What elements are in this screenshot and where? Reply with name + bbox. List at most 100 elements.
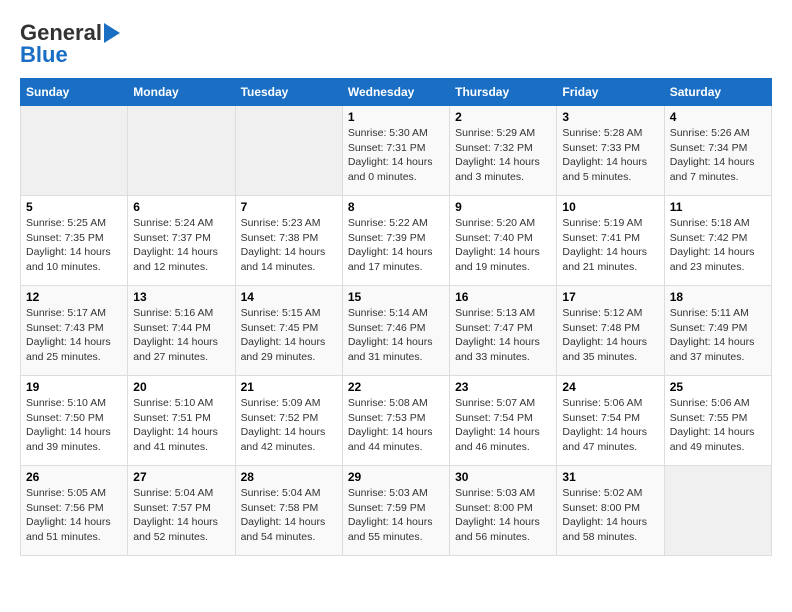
col-header-thursday: Thursday: [450, 79, 557, 106]
calendar-cell: 19 Sunrise: 5:10 AM Sunset: 7:50 PM Dayli…: [21, 376, 128, 466]
calendar-cell: 29Sunrise: 5:03 AM Sunset: 7:59 PM Dayli…: [342, 466, 449, 556]
day-info: Sunrise: 5:30 AM Sunset: 7:31 PM Dayligh…: [348, 127, 433, 183]
calendar-cell: 9 Sunrise: 5:20 AM Sunset: 7:40 PM Daylig…: [450, 196, 557, 286]
calendar-week-row: 5Sunrise: 5:25 AM Sunset: 7:35 PM Daylig…: [21, 196, 772, 286]
day-info: Sunrise: 5:28 AM Sunset: 7:33 PM Dayligh…: [562, 127, 647, 183]
calendar-week-row: 19 Sunrise: 5:10 AM Sunset: 7:50 PM Dayli…: [21, 376, 772, 466]
day-info: Sunrise: 5:10 AM Sunset: 7:51 PM Dayligh…: [133, 397, 218, 453]
calendar-cell: [21, 106, 128, 196]
day-info: Sunrise: 5:26 AM Sunset: 7:34 PM Dayligh…: [670, 127, 755, 183]
day-info: Sunrise: 5:23 AM Sunset: 7:38 PM Dayligh…: [241, 217, 326, 273]
col-header-sunday: Sunday: [21, 79, 128, 106]
col-header-monday: Monday: [128, 79, 235, 106]
day-info: Sunrise: 5:29 AM Sunset: 7:32 PM Dayligh…: [455, 127, 540, 183]
calendar-cell: [235, 106, 342, 196]
day-info: Sunrise: 5:19 AM Sunset: 7:41 PM Dayligh…: [562, 217, 647, 273]
calendar-cell: 5Sunrise: 5:25 AM Sunset: 7:35 PM Daylig…: [21, 196, 128, 286]
calendar-cell: 4 Sunrise: 5:26 AM Sunset: 7:34 PM Daylig…: [664, 106, 771, 196]
calendar-cell: 7 Sunrise: 5:23 AM Sunset: 7:38 PM Daylig…: [235, 196, 342, 286]
day-info: Sunrise: 5:07 AM Sunset: 7:54 PM Dayligh…: [455, 397, 540, 453]
calendar-cell: [128, 106, 235, 196]
day-number: 26: [26, 470, 122, 484]
day-number: 31: [562, 470, 658, 484]
day-info: Sunrise: 5:22 AM Sunset: 7:39 PM Dayligh…: [348, 217, 433, 273]
day-info: Sunrise: 5:05 AM Sunset: 7:56 PM Dayligh…: [26, 487, 111, 543]
day-number: 21: [241, 380, 337, 394]
calendar-cell: 24 Sunrise: 5:06 AM Sunset: 7:54 PM Dayli…: [557, 376, 664, 466]
day-number: 4: [670, 110, 766, 124]
calendar-cell: 25 Sunrise: 5:06 AM Sunset: 7:55 PM Dayli…: [664, 376, 771, 466]
day-number: 9: [455, 200, 551, 214]
day-info: Sunrise: 5:08 AM Sunset: 7:53 PM Dayligh…: [348, 397, 433, 453]
calendar-cell: 8 Sunrise: 5:22 AM Sunset: 7:39 PM Daylig…: [342, 196, 449, 286]
calendar-cell: 13 Sunrise: 5:16 AM Sunset: 7:44 PM Dayli…: [128, 286, 235, 376]
day-info: Sunrise: 5:04 AM Sunset: 7:57 PM Dayligh…: [133, 487, 218, 543]
calendar-cell: 27 Sunrise: 5:04 AM Sunset: 7:57 PM Dayli…: [128, 466, 235, 556]
calendar-cell: 31 Sunrise: 5:02 AM Sunset: 8:00 PM Dayli…: [557, 466, 664, 556]
day-number: 16: [455, 290, 551, 304]
calendar-cell: 17Sunrise: 5:12 AM Sunset: 7:48 PM Dayli…: [557, 286, 664, 376]
day-info: Sunrise: 5:14 AM Sunset: 7:46 PM Dayligh…: [348, 307, 433, 363]
day-number: 19: [26, 380, 122, 394]
calendar-cell: 16 Sunrise: 5:13 AM Sunset: 7:47 PM Dayli…: [450, 286, 557, 376]
day-info: Sunrise: 5:02 AM Sunset: 8:00 PM Dayligh…: [562, 487, 647, 543]
day-info: Sunrise: 5:17 AM Sunset: 7:43 PM Dayligh…: [26, 307, 111, 363]
day-number: 13: [133, 290, 229, 304]
calendar-cell: 6 Sunrise: 5:24 AM Sunset: 7:37 PM Daylig…: [128, 196, 235, 286]
day-number: 20: [133, 380, 229, 394]
calendar-cell: 22 Sunrise: 5:08 AM Sunset: 7:53 PM Dayli…: [342, 376, 449, 466]
day-number: 30: [455, 470, 551, 484]
calendar-cell: 20 Sunrise: 5:10 AM Sunset: 7:51 PM Dayli…: [128, 376, 235, 466]
calendar-week-row: 26 Sunrise: 5:05 AM Sunset: 7:56 PM Dayli…: [21, 466, 772, 556]
calendar-cell: 11Sunrise: 5:18 AM Sunset: 7:42 PM Dayli…: [664, 196, 771, 286]
calendar-header-row: SundayMondayTuesdayWednesdayThursdayFrid…: [21, 79, 772, 106]
calendar-cell: 30Sunrise: 5:03 AM Sunset: 8:00 PM Dayli…: [450, 466, 557, 556]
day-info: Sunrise: 5:06 AM Sunset: 7:54 PM Dayligh…: [562, 397, 647, 453]
day-number: 17: [562, 290, 658, 304]
calendar-cell: 3 Sunrise: 5:28 AM Sunset: 7:33 PM Daylig…: [557, 106, 664, 196]
day-info: Sunrise: 5:24 AM Sunset: 7:37 PM Dayligh…: [133, 217, 218, 273]
day-number: 12: [26, 290, 122, 304]
calendar-cell: 23 Sunrise: 5:07 AM Sunset: 7:54 PM Dayli…: [450, 376, 557, 466]
day-info: Sunrise: 5:10 AM Sunset: 7:50 PM Dayligh…: [26, 397, 111, 453]
col-header-wednesday: Wednesday: [342, 79, 449, 106]
col-header-friday: Friday: [557, 79, 664, 106]
day-number: 1: [348, 110, 444, 124]
day-number: 27: [133, 470, 229, 484]
day-info: Sunrise: 5:13 AM Sunset: 7:47 PM Dayligh…: [455, 307, 540, 363]
col-header-tuesday: Tuesday: [235, 79, 342, 106]
day-number: 15: [348, 290, 444, 304]
calendar-week-row: 12 Sunrise: 5:17 AM Sunset: 7:43 PM Dayli…: [21, 286, 772, 376]
day-number: 3: [562, 110, 658, 124]
day-number: 7: [241, 200, 337, 214]
day-number: 25: [670, 380, 766, 394]
day-number: 6: [133, 200, 229, 214]
col-header-saturday: Saturday: [664, 79, 771, 106]
calendar-cell: 18 Sunrise: 5:11 AM Sunset: 7:49 PM Dayli…: [664, 286, 771, 376]
day-info: Sunrise: 5:04 AM Sunset: 7:58 PM Dayligh…: [241, 487, 326, 543]
day-number: 18: [670, 290, 766, 304]
day-info: Sunrise: 5:20 AM Sunset: 7:40 PM Dayligh…: [455, 217, 540, 273]
calendar-cell: [664, 466, 771, 556]
calendar-cell: 21 Sunrise: 5:09 AM Sunset: 7:52 PM Dayli…: [235, 376, 342, 466]
day-number: 22: [348, 380, 444, 394]
day-number: 28: [241, 470, 337, 484]
calendar-cell: 2 Sunrise: 5:29 AM Sunset: 7:32 PM Daylig…: [450, 106, 557, 196]
day-number: 8: [348, 200, 444, 214]
calendar-cell: 28 Sunrise: 5:04 AM Sunset: 7:58 PM Dayli…: [235, 466, 342, 556]
logo-blue: Blue: [20, 42, 68, 68]
day-number: 2: [455, 110, 551, 124]
day-info: Sunrise: 5:11 AM Sunset: 7:49 PM Dayligh…: [670, 307, 755, 363]
logo-arrow-icon: [104, 23, 120, 43]
calendar-cell: 1 Sunrise: 5:30 AM Sunset: 7:31 PM Daylig…: [342, 106, 449, 196]
calendar-cell: 26 Sunrise: 5:05 AM Sunset: 7:56 PM Dayli…: [21, 466, 128, 556]
day-number: 23: [455, 380, 551, 394]
logo: General Blue: [20, 20, 120, 68]
day-info: Sunrise: 5:16 AM Sunset: 7:44 PM Dayligh…: [133, 307, 218, 363]
day-info: Sunrise: 5:06 AM Sunset: 7:55 PM Dayligh…: [670, 397, 755, 453]
day-number: 24: [562, 380, 658, 394]
day-info: Sunrise: 5:09 AM Sunset: 7:52 PM Dayligh…: [241, 397, 326, 453]
day-number: 11: [670, 200, 766, 214]
day-number: 14: [241, 290, 337, 304]
day-number: 10: [562, 200, 658, 214]
